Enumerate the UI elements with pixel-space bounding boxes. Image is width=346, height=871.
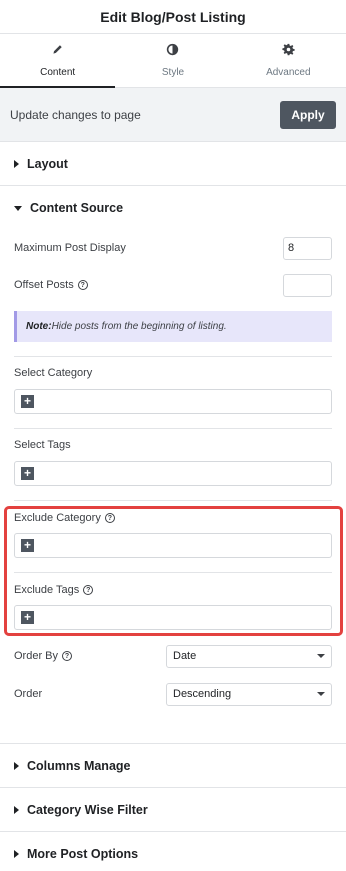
- section-columns-manage[interactable]: Columns Manage: [0, 744, 346, 788]
- update-changes-row: Update changes to page Apply: [0, 88, 346, 142]
- select-tags-block: Select Tags: [0, 439, 346, 451]
- plus-icon[interactable]: +: [21, 539, 34, 552]
- offset-posts-input[interactable]: [283, 273, 332, 297]
- select-category-label: Select Category: [14, 367, 93, 379]
- divider-1: [0, 356, 346, 357]
- tab-content-label: Content: [40, 66, 76, 78]
- exclude-tags-block: Exclude Tags ?: [0, 584, 346, 596]
- tab-style-label: Style: [161, 67, 185, 78]
- caret-right-icon: [14, 805, 19, 814]
- order-select[interactable]: Descending: [166, 682, 332, 706]
- note-wrap: Note: Hide posts from the beginning of l…: [0, 311, 346, 342]
- tab-advanced-label: Advanced: [266, 67, 311, 78]
- caret-down-icon: [14, 205, 22, 211]
- divider-4: [0, 572, 346, 573]
- bottom-sections: Columns Manage Category Wise Filter More…: [0, 743, 346, 871]
- select-tags-field[interactable]: +: [14, 461, 332, 486]
- tab-content[interactable]: Content: [0, 34, 116, 88]
- panel-title: Edit Blog/Post Listing: [100, 8, 246, 25]
- tab-advanced[interactable]: Advanced: [231, 34, 346, 87]
- divider-2: [0, 428, 346, 429]
- pencil-icon: [51, 43, 64, 61]
- plus-icon[interactable]: +: [21, 395, 34, 408]
- order-label: Order: [14, 688, 43, 700]
- select-tags-label: Select Tags: [14, 439, 71, 451]
- divider-3: [0, 500, 346, 501]
- caret-right-icon: [14, 761, 19, 770]
- select-category-field[interactable]: +: [14, 389, 332, 414]
- chevron-down-icon: [317, 654, 325, 658]
- help-icon[interactable]: ?: [62, 651, 73, 661]
- max-post-label: Maximum Post Display: [14, 242, 126, 254]
- chevron-down-icon: [317, 692, 325, 696]
- note-text: Hide posts from the beginning of listing…: [51, 321, 227, 332]
- offset-posts-row: Offset Posts ?: [0, 273, 346, 297]
- exclude-tags-label: Exclude Tags: [14, 584, 80, 596]
- select-tags-wrap: +: [0, 461, 346, 486]
- max-post-input[interactable]: 8: [283, 236, 332, 260]
- exclude-category-block: Exclude Category ?: [0, 512, 346, 524]
- section-more-post-options[interactable]: More Post Options: [0, 832, 346, 871]
- order-by-row: Order By ? Date: [0, 644, 346, 668]
- help-icon[interactable]: ?: [77, 280, 88, 290]
- note-bold: Note:: [26, 321, 52, 332]
- exclude-category-field[interactable]: +: [14, 533, 332, 558]
- order-row: Order Descending: [0, 682, 346, 706]
- help-icon[interactable]: ?: [104, 513, 115, 523]
- max-post-row: Maximum Post Display 8: [0, 236, 346, 260]
- gear-icon: [282, 43, 295, 61]
- section-layout-title: Layout: [27, 156, 68, 171]
- select-category-block: Select Category: [0, 367, 346, 379]
- offset-posts-label: Offset Posts: [14, 279, 74, 291]
- contrast-icon: [166, 43, 179, 61]
- exclude-category-label-wrap: Exclude Category ?: [0, 512, 346, 524]
- offset-posts-label-wrap: Offset Posts ?: [14, 279, 88, 291]
- section-category-wise-filter[interactable]: Category Wise Filter: [0, 788, 346, 832]
- section-more-post-options-title: More Post Options: [27, 846, 139, 861]
- caret-right-icon: [14, 849, 19, 858]
- section-layout[interactable]: Layout: [0, 142, 346, 186]
- section-content-source[interactable]: Content Source: [0, 186, 346, 230]
- tab-bar: Content Style Advanced: [0, 34, 346, 88]
- order-by-label: Order By: [14, 650, 59, 662]
- tab-style[interactable]: Style: [115, 34, 230, 87]
- caret-right-icon: [14, 159, 19, 168]
- exclude-category-wrap: +: [0, 533, 346, 558]
- section-category-wise-filter-title: Category Wise Filter: [27, 802, 148, 817]
- order-by-select[interactable]: Date: [166, 644, 332, 668]
- exclude-tags-label-wrap: Exclude Tags ?: [0, 584, 346, 596]
- order-by-value: Date: [173, 650, 197, 662]
- update-changes-text: Update changes to page: [10, 107, 141, 122]
- order-value: Descending: [173, 688, 232, 700]
- exclude-tags-field[interactable]: +: [14, 605, 332, 630]
- order-by-label-wrap: Order By ?: [14, 650, 73, 662]
- help-icon[interactable]: ?: [83, 585, 94, 595]
- select-category-wrap: +: [0, 389, 346, 414]
- panel-header: Edit Blog/Post Listing: [0, 0, 346, 34]
- apply-button[interactable]: Apply: [280, 100, 336, 129]
- offset-note: Note: Hide posts from the beginning of l…: [14, 311, 332, 342]
- plus-icon[interactable]: +: [21, 467, 34, 480]
- plus-icon[interactable]: +: [21, 611, 34, 624]
- section-columns-manage-title: Columns Manage: [27, 758, 131, 773]
- exclude-category-label: Exclude Category: [14, 512, 101, 524]
- section-content-source-title: Content Source: [30, 201, 124, 215]
- exclude-tags-wrap: +: [0, 605, 346, 630]
